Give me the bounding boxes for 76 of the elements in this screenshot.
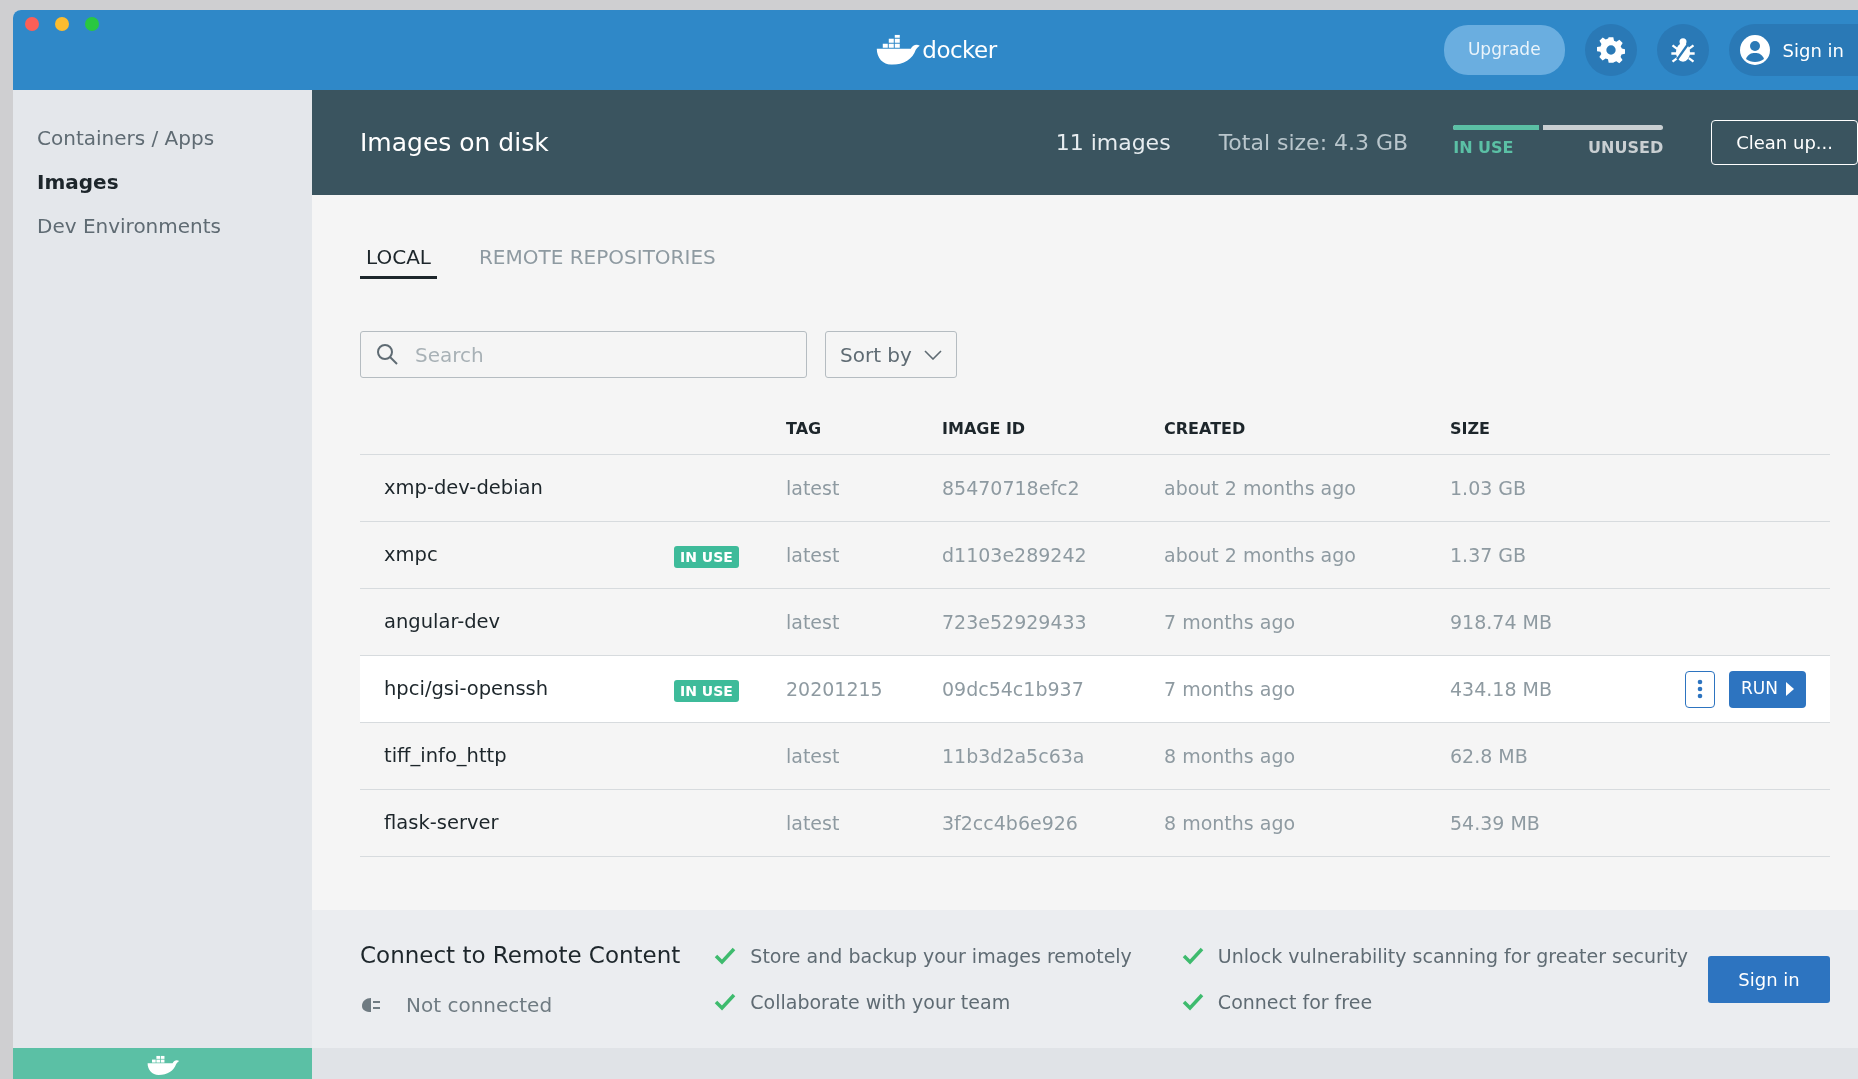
table-cell: 3f2cc4b6e926 [942, 811, 1078, 834]
column-header: IMAGE ID [942, 419, 1026, 438]
table-cell: latest [786, 610, 840, 633]
feature-text: Connect for free [1217, 990, 1373, 1015]
table-cell: 918.74 MB [1450, 610, 1552, 633]
play-icon [1786, 682, 1794, 696]
table-cell: 54.39 MB [1450, 811, 1540, 834]
sidebar-item[interactable]: Containers / Apps [13, 116, 312, 160]
table-cell: latest [786, 811, 840, 834]
image-name: xmp-dev-debian [384, 476, 543, 500]
table-cell: d1103e289242 [942, 543, 1087, 566]
image-name: xmpc [384, 543, 438, 567]
sign-in-button[interactable]: Sign in [1728, 24, 1858, 76]
image-name: hpci/gsi-openssh [384, 677, 549, 701]
table-cell: 1.03 GB [1450, 476, 1527, 499]
bug-icon [1668, 36, 1697, 64]
image-count: 11 images [1055, 129, 1171, 157]
chevron-down-icon [923, 349, 942, 360]
clean-up-button[interactable]: Clean up... [1711, 120, 1858, 165]
check-icon [1181, 993, 1204, 1012]
table-cell: 723e52929433 [942, 610, 1087, 633]
table-cell: 8 months ago [1164, 744, 1296, 767]
image-name: tiff_info_http [384, 744, 507, 768]
more-icon [1697, 679, 1703, 699]
table-cell: 85470718efc2 [942, 476, 1080, 499]
sign-in-button[interactable]: Sign in [1708, 955, 1830, 1003]
search-field[interactable]: Search [360, 331, 807, 378]
tab[interactable]: LOCAL [360, 241, 437, 279]
feature-text: Store and backup your images remotely [750, 943, 1132, 969]
sidebar-item[interactable]: Images [13, 160, 312, 204]
check-icon [714, 993, 737, 1012]
total-size: Total size: 4.3 GB [1218, 129, 1409, 157]
app-logo-text: docker [922, 35, 997, 65]
sidebar-item[interactable]: Dev Environments [13, 204, 312, 248]
more-options-button[interactable] [1685, 670, 1715, 708]
table-cell: 62.8 MB [1450, 744, 1528, 767]
table-row[interactable]: hpci/gsi-openssh IN USE 20201215 09dc54c1b937 7 months ago 434.18 MB RUN [360, 656, 1830, 723]
table-cell: 434.18 MB [1450, 677, 1552, 700]
table-cell: 7 months ago [1164, 677, 1296, 700]
settings-icon [1596, 36, 1625, 64]
unused-label: UNUSED [1588, 137, 1664, 159]
image-name: flask-server [384, 811, 499, 835]
in-use-badge: IN USE [674, 545, 739, 568]
check-icon [714, 946, 737, 965]
table-cell: latest [786, 543, 840, 566]
table-row[interactable]: xmpc IN USE latest d1103e289242 about 2 months ago 1.37 GB [360, 522, 1830, 589]
run-button[interactable]: RUN [1729, 670, 1806, 708]
table-cell: 7 months ago [1164, 610, 1296, 633]
table-row[interactable]: flask-server latest 3f2cc4b6e926 8 months ago 54.39 MB [360, 790, 1830, 857]
table-row[interactable]: xmp-dev-debian latest 85470718efc2 about 2 months ago 1.03 GB [360, 455, 1830, 522]
table-cell: 8 months ago [1164, 811, 1296, 834]
table-cell: latest [786, 476, 840, 499]
remote-content-title: Connect to Remote Content [360, 940, 681, 970]
table-cell: 1.37 GB [1450, 543, 1527, 566]
table-cell: about 2 months ago [1164, 476, 1356, 499]
table-cell: 20201215 [786, 677, 883, 700]
sort-dropdown[interactable]: Sort by [825, 331, 957, 378]
column-header: SIZE [1450, 419, 1490, 438]
user-icon [1738, 34, 1771, 66]
column-header: CREATED [1164, 419, 1246, 438]
column-header: TAG [786, 419, 822, 438]
check-icon [1181, 946, 1204, 965]
table-cell: about 2 months ago [1164, 543, 1356, 566]
search-icon [376, 343, 398, 365]
in-use-badge: IN USE [674, 679, 739, 702]
whale-logo-icon [874, 35, 921, 65]
table-cell: 09dc54c1b937 [942, 677, 1084, 700]
table-cell: 11b3d2a5c63a [942, 744, 1085, 767]
table-cell: latest [786, 744, 840, 767]
page-title: Images on disk [360, 126, 549, 159]
connection-status: Not connected [406, 992, 553, 1020]
feature-text: Collaborate with your team [750, 990, 1011, 1015]
table-row[interactable]: tiff_info_http latest 11b3d2a5c63a 8 months ago 62.8 MB [360, 723, 1830, 790]
image-name: angular-dev [384, 610, 501, 634]
in-use-label: IN USE [1453, 137, 1514, 159]
feature-text: Unlock vulnerability scanning for greater security [1217, 943, 1688, 969]
